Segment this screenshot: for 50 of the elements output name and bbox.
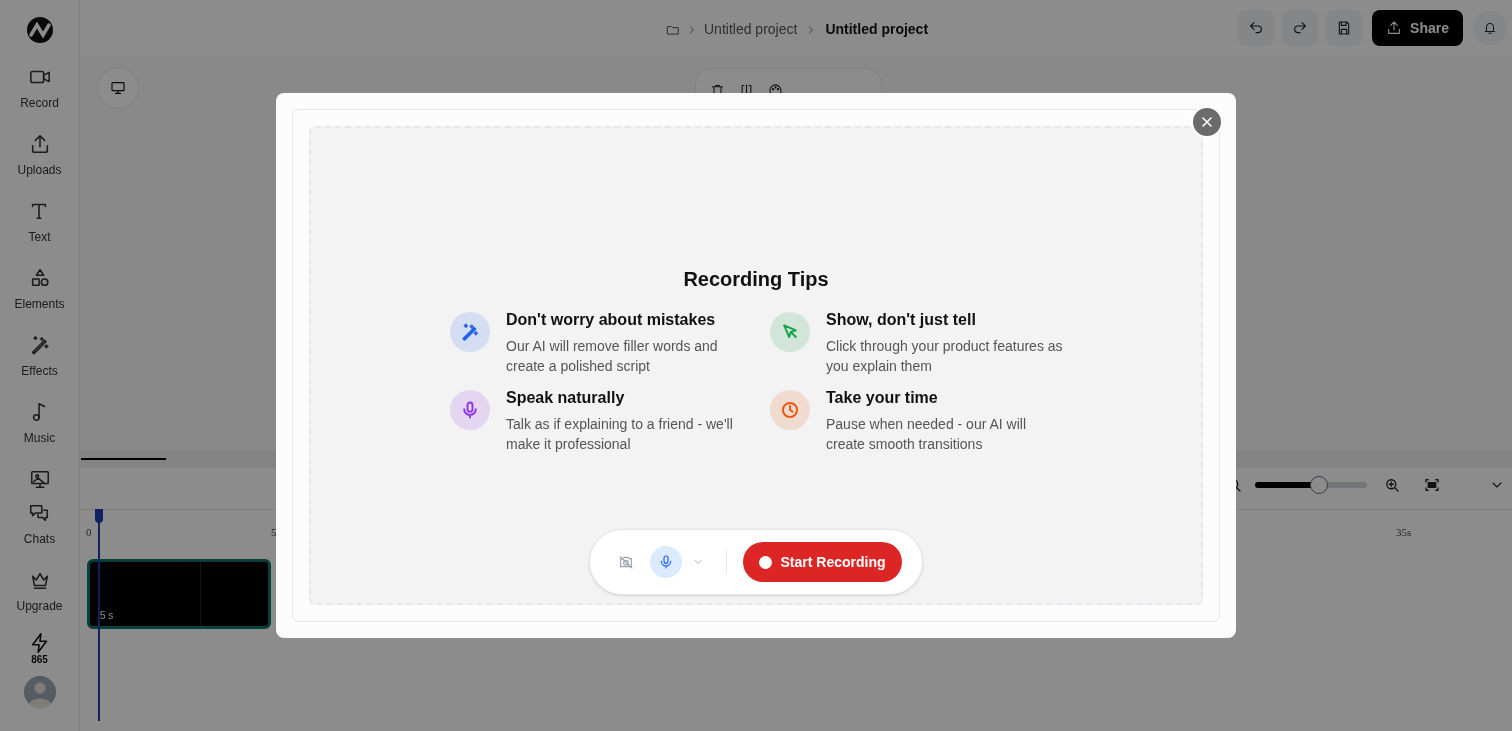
save-button[interactable] <box>1326 10 1363 46</box>
sidebar-item[interactable]: Music <box>23 395 56 462</box>
playhead[interactable] <box>95 509 103 721</box>
fit-screen-icon <box>1423 476 1441 494</box>
undo-icon <box>1248 20 1265 36</box>
tip-description: Talk as if explaining to a friend - we'll make it professional <box>506 415 734 454</box>
sidebar-item[interactable]: Chats <box>23 496 56 563</box>
video-clip[interactable]: 5 s <box>87 559 271 629</box>
sidebar-item[interactable]: Upgrade <box>16 563 63 630</box>
start-recording-button[interactable]: Start Recording <box>743 542 902 582</box>
sidebar-item[interactable]: Text <box>28 194 51 261</box>
tip-title: Take your time <box>826 388 939 408</box>
modal-title: Recording Tips <box>683 267 829 292</box>
ruler-label: 5 <box>271 525 277 540</box>
slider-thumb[interactable] <box>1309 476 1328 494</box>
sidebar-item[interactable]: Elements <box>14 261 65 328</box>
sidebar-item[interactable]: Uploads <box>17 127 62 194</box>
close-button[interactable] <box>1191 106 1223 138</box>
share-icon <box>1386 20 1403 36</box>
tip-title: Speak naturally <box>506 388 626 408</box>
monitor-icon <box>110 80 126 96</box>
tip-description: Pause when needed - our AI will create smooth transitions <box>826 415 1027 454</box>
tip-title: Show, don't just tell <box>826 310 977 330</box>
ruler-label: 35s <box>1396 525 1412 540</box>
image-monitor-icon <box>28 468 51 490</box>
close-icon <box>1199 114 1215 130</box>
redo-button[interactable] <box>1282 10 1319 46</box>
zoom-in-icon <box>1383 476 1401 494</box>
record-dot-icon <box>759 555 773 569</box>
redo-icon <box>1292 20 1309 36</box>
tip-description: Click through your product features as you explain them <box>826 337 1064 376</box>
notifications-button[interactable] <box>1473 11 1507 45</box>
sidebar-item[interactable]: Record <box>20 60 59 127</box>
sidebar-item[interactable]: Effects <box>21 328 58 395</box>
camera-off-icon <box>618 554 635 570</box>
ruler-label: 0 <box>86 525 92 540</box>
tip-description: Our AI will remove filler words and create a polished script <box>506 337 719 376</box>
logo-icon[interactable] <box>25 16 54 44</box>
chat-bubbles-icon <box>28 502 51 524</box>
clip-duration: 5 s <box>100 609 114 623</box>
undo-button[interactable] <box>1238 10 1275 46</box>
breadcrumb-link[interactable]: Untitled project <box>704 19 798 40</box>
breadcrumb-link[interactable]: Untitled project <box>825 19 929 40</box>
microphone-toggle[interactable] <box>650 546 683 578</box>
screen-button[interactable] <box>97 67 139 109</box>
share-button[interactable]: Share <box>1372 10 1463 46</box>
bell-icon <box>1483 21 1497 35</box>
tip-title: Don't worry about mistakes <box>506 310 717 330</box>
zoom-slider[interactable] <box>1255 476 1367 494</box>
credits-button[interactable]: 865 <box>28 632 51 666</box>
